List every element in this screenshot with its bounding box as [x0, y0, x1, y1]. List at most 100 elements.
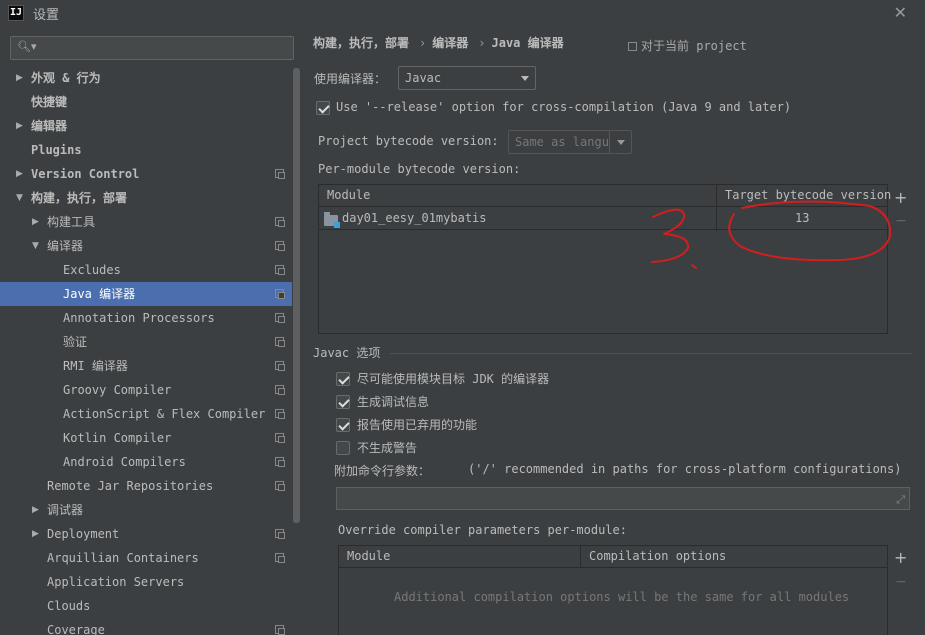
- option-checkbox[interactable]: [336, 395, 350, 409]
- project-scope-icon: [275, 625, 285, 635]
- project-scope-icon: [275, 361, 285, 371]
- tree-item[interactable]: ▶ Version Control: [0, 162, 292, 186]
- project-scope-icon: [275, 385, 285, 395]
- project-scope-icon: [275, 457, 285, 467]
- remove-icon[interactable]: −: [895, 574, 907, 590]
- chevron-down-icon: [521, 76, 529, 81]
- javac-section-title: Javac 选项: [313, 346, 381, 360]
- tree-item[interactable]: Android Compilers: [0, 450, 292, 474]
- cmd-args-hint: ('/' recommended in paths for cross-plat…: [468, 462, 902, 476]
- column-header-target-version[interactable]: Target bytecode version: [725, 188, 891, 202]
- tree-item[interactable]: RMI 编译器: [0, 354, 292, 378]
- breadcrumb-current: Java 编译器: [491, 36, 564, 50]
- table-header: Module Target bytecode version: [319, 185, 891, 207]
- collapsed-arrow-icon[interactable]: ▶: [32, 522, 42, 546]
- tree-item-label: 外观 & 行为: [31, 71, 101, 85]
- project-scope-icon: [275, 409, 285, 419]
- compiler-select[interactable]: Javac: [398, 66, 536, 90]
- tree-item-label: ActionScript & Flex Compiler: [63, 407, 266, 421]
- tree-item[interactable]: Annotation Processors: [0, 306, 292, 330]
- sidebar-scrollbar[interactable]: [293, 68, 300, 523]
- option-checkbox[interactable]: [336, 418, 350, 432]
- tree-item[interactable]: Coverage: [0, 618, 292, 635]
- tree-item-label: 构建，执行，部署: [31, 191, 128, 205]
- tree-item-label: 构建工具: [47, 215, 96, 229]
- project-scope-icon: [275, 481, 285, 491]
- tree-item-label: 编译器: [47, 239, 84, 253]
- expanded-arrow-icon[interactable]: ▼: [16, 186, 26, 210]
- tree-item[interactable]: Kotlin Compiler: [0, 426, 292, 450]
- tree-item[interactable]: Groovy Compiler: [0, 378, 292, 402]
- tree-item-label: 快捷键: [31, 95, 68, 109]
- table-row[interactable]: day01_eesy_01mybatis 13: [319, 208, 889, 230]
- tree-item-label: Kotlin Compiler: [63, 431, 172, 445]
- tree-item[interactable]: ▶ 外观 & 行为: [0, 66, 292, 90]
- tree-item[interactable]: Excludes: [0, 258, 292, 282]
- tree-item-label: Coverage: [47, 623, 105, 635]
- tree-item[interactable]: Application Servers: [0, 570, 292, 594]
- project-scope-icon: [275, 169, 285, 179]
- search-input[interactable]: 🔍︎▾: [10, 36, 294, 60]
- add-icon[interactable]: +: [894, 188, 907, 207]
- tree-item[interactable]: ▶ 构建工具: [0, 210, 292, 234]
- tree-item-label: Arquillian Containers: [47, 551, 199, 565]
- column-header-module[interactable]: Module: [347, 549, 390, 563]
- cmd-args-label: 附加命令行参数：: [334, 464, 431, 478]
- tree-item[interactable]: ▶ Deployment: [0, 522, 292, 546]
- module-name: day01_eesy_01mybatis: [342, 211, 487, 225]
- collapsed-arrow-icon[interactable]: ▶: [16, 66, 26, 90]
- module-folder-icon: [324, 212, 340, 228]
- column-header-module[interactable]: Module: [327, 188, 370, 202]
- tree-item[interactable]: ▼ 构建，执行，部署: [0, 186, 292, 210]
- add-icon[interactable]: +: [894, 548, 907, 567]
- target-version-value[interactable]: 13: [795, 211, 809, 225]
- collapsed-arrow-icon[interactable]: ▶: [32, 498, 42, 522]
- cmd-args-input[interactable]: ⤢: [336, 487, 910, 510]
- option-label: 报告使用已弃用的功能: [357, 418, 478, 432]
- option-checkbox[interactable]: [336, 441, 350, 455]
- collapsed-arrow-icon[interactable]: ▶: [32, 210, 42, 234]
- intellij-icon: IJ: [8, 5, 24, 21]
- tree-item-label: Plugins: [31, 143, 82, 157]
- project-scope-icon: [275, 529, 285, 539]
- tree-item[interactable]: Arquillian Containers: [0, 546, 292, 570]
- option-checkbox[interactable]: [336, 372, 350, 386]
- tree-item[interactable]: ActionScript & Flex Compiler: [0, 402, 292, 426]
- project-scope-icon: [275, 241, 285, 251]
- tree-item[interactable]: 快捷键: [0, 90, 292, 114]
- tree-item-label: Java 编译器: [63, 287, 136, 301]
- collapsed-arrow-icon[interactable]: ▶: [16, 114, 26, 138]
- expanded-arrow-icon[interactable]: ▼: [32, 234, 42, 258]
- tree-item[interactable]: 验证: [0, 330, 292, 354]
- close-icon[interactable]: ✕: [894, 3, 907, 22]
- settings-tree: ▶ 外观 & 行为 快捷键 ▶ 编辑器 Plugins ▶ Version Control ▼ 构…: [0, 66, 292, 635]
- tree-item-label: RMI 编译器: [63, 359, 128, 373]
- project-bytecode-select[interactable]: Same as langu: [508, 130, 632, 154]
- tree-item-label: Clouds: [47, 599, 91, 613]
- release-option-checkbox[interactable]: [316, 101, 330, 115]
- tree-item[interactable]: Plugins: [0, 138, 292, 162]
- tree-item[interactable]: ▼ 编译器: [0, 234, 292, 258]
- section-divider: [390, 353, 912, 354]
- expand-icon[interactable]: ⤢: [896, 493, 905, 507]
- remove-icon[interactable]: −: [895, 213, 907, 229]
- column-divider: [580, 546, 581, 568]
- project-scope-icon: [275, 337, 285, 347]
- project-bytecode-label: Project bytecode version:: [318, 134, 499, 148]
- release-option-label: Use '--release' option for cross-compila…: [336, 100, 792, 114]
- tree-item[interactable]: ▶ 编辑器: [0, 114, 292, 138]
- column-header-options[interactable]: Compilation options: [589, 549, 726, 563]
- tree-item-label: Version Control: [31, 167, 140, 181]
- tree-item-label: Excludes: [63, 263, 121, 277]
- tree-item[interactable]: Clouds: [0, 594, 292, 618]
- tree-item-label: Remote Jar Repositories: [47, 479, 214, 493]
- tree-item[interactable]: ▶ 调试器: [0, 498, 292, 522]
- collapsed-arrow-icon[interactable]: ▶: [16, 162, 26, 186]
- breadcrumb-item: 编译器: [432, 36, 469, 50]
- tree-item-label: Application Servers: [47, 575, 185, 589]
- tree-item[interactable]: Remote Jar Repositories: [0, 474, 292, 498]
- copy-icon: [628, 42, 637, 51]
- for-current-project: 对于当前 project: [628, 37, 747, 54]
- tree-item[interactable]: Java 编译器: [0, 282, 292, 306]
- compiler-label: 使用编译器：: [314, 72, 387, 86]
